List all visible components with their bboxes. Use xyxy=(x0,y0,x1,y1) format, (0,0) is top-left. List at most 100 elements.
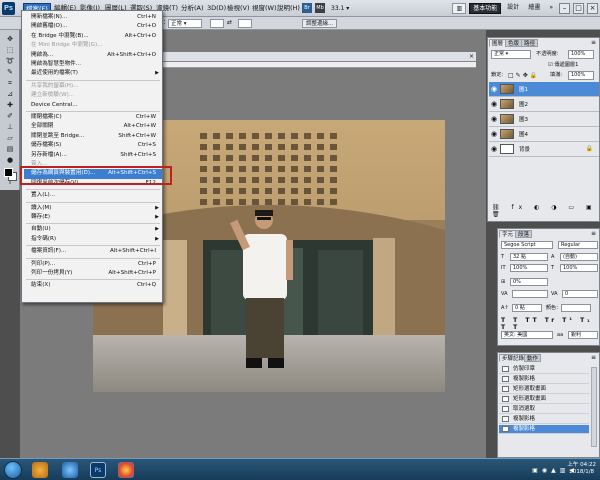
clone-stamp-tool-icon[interactable]: ⊥ xyxy=(3,122,17,132)
dodge-tool-icon[interactable]: ● xyxy=(3,155,17,165)
internet-explorer-icon[interactable] xyxy=(62,462,78,478)
history-panel-menu-icon[interactable]: ≡ xyxy=(591,354,596,361)
history-step[interactable]: 複製影格 xyxy=(499,375,589,384)
file-menu-item[interactable]: 最近使用的檔案(T) ▶ xyxy=(24,69,162,78)
file-menu-item[interactable]: 在 Bridge 中瀏覽(B)... Alt+Ctrl+O xyxy=(24,32,162,41)
history-step[interactable]: 仿製印章 xyxy=(499,365,589,374)
visibility-eye-icon[interactable]: ◉ xyxy=(490,100,498,108)
file-menu-item[interactable]: 全部關閉 Alt+Ctrl+W xyxy=(24,122,162,131)
horizontal-scale-field[interactable]: 100% xyxy=(560,264,598,272)
layer-row[interactable]: ◉ 圖2 xyxy=(489,97,599,112)
file-menu-item[interactable]: 儲存檔案(S) Ctrl+S xyxy=(24,141,162,150)
marquee-tool-icon[interactable]: ⬚ xyxy=(3,45,17,55)
eraser-tool-icon[interactable]: ▱ xyxy=(3,133,17,143)
font-style-select[interactable]: Regular xyxy=(558,241,598,249)
layer-row[interactable]: ◉ 圖4 xyxy=(489,127,599,142)
tray-icon-3[interactable]: ▲ xyxy=(551,467,556,474)
minimize-icon[interactable]: – xyxy=(559,3,570,14)
tab-paths[interactable]: 路徑 xyxy=(521,39,539,47)
file-menu-item[interactable]: 指令碼(R) ▶ xyxy=(24,235,162,244)
tab-history[interactable]: 步驟記錄 xyxy=(499,354,528,362)
file-menu-item[interactable]: 開新檔案(N)... Ctrl+N xyxy=(24,13,162,22)
file-menu-item[interactable]: 列印一份拷貝(Y) Alt+Shift+Ctrl+P xyxy=(24,269,162,278)
panel-menu-icon[interactable]: ≡ xyxy=(591,39,596,46)
width-field[interactable] xyxy=(210,19,224,28)
quick-select-tool-icon[interactable]: ✎ xyxy=(3,67,17,77)
file-menu-item[interactable]: 置入(L)... xyxy=(24,191,162,200)
workspace-essentials[interactable]: 基本功能 xyxy=(469,3,502,14)
swap-icon[interactable]: ⇄ xyxy=(227,19,232,26)
tsume-field[interactable]: 0% xyxy=(510,278,548,286)
document-close-icon[interactable]: × xyxy=(469,52,474,61)
text-style-buttons[interactable]: T T TT Tr T¹ T₁ T T xyxy=(501,317,599,331)
layer-row[interactable]: ◉ 圖3 xyxy=(489,112,599,127)
crop-tool-icon[interactable]: ⌗ xyxy=(3,78,17,88)
network-icon[interactable]: ▥ xyxy=(560,467,566,474)
font-size-field[interactable]: 32 點 xyxy=(510,253,548,261)
gradient-tool-icon[interactable]: ▤ xyxy=(3,144,17,154)
menu-analysis[interactable]: 分析(A) xyxy=(179,3,206,14)
file-menu-item[interactable]: 開啟為... Alt+Shift+Ctrl+O xyxy=(24,51,162,60)
workspace-painting[interactable]: 繪畫 xyxy=(525,3,543,14)
opacity-field[interactable]: 100% xyxy=(568,50,594,59)
document-tab[interactable]: × xyxy=(160,52,476,62)
healing-brush-tool-icon[interactable]: ✚ xyxy=(3,100,17,110)
tab-paragraph[interactable]: 段落 xyxy=(515,230,533,238)
anti-alias-select[interactable]: 銳利 xyxy=(568,331,598,339)
move-tool-icon[interactable]: ✥ xyxy=(3,34,17,44)
tray-icon-1[interactable]: ▣ xyxy=(532,467,538,474)
file-menu-item[interactable]: 開啟舊檔(O)... Ctrl+O xyxy=(24,22,162,31)
mini-bridge-icon[interactable]: Mb xyxy=(315,3,325,13)
file-menu-item[interactable]: 讀入(M) ▶ xyxy=(24,204,162,213)
workspace-design[interactable]: 設計 xyxy=(504,3,522,14)
history-step[interactable]: 矩形選取畫面 xyxy=(499,395,589,404)
clock[interactable]: 上午 04:22 2018/1/8 xyxy=(567,462,596,476)
start-button-icon[interactable] xyxy=(4,461,22,479)
font-family-select[interactable]: Segoe Script xyxy=(501,241,553,249)
kerning-field[interactable] xyxy=(512,290,548,298)
color-swatches[interactable] xyxy=(4,168,17,181)
file-menu-item[interactable]: 開啟為智慧型物件... xyxy=(24,60,162,69)
arrange-documents-icon[interactable]: ▥ xyxy=(452,3,467,14)
brush-tool-icon[interactable]: ✐ xyxy=(3,111,17,121)
history-scrollbar[interactable] xyxy=(591,367,597,447)
maximize-icon[interactable]: □ xyxy=(573,3,584,14)
visibility-eye-icon[interactable]: ◉ xyxy=(490,145,498,153)
tracking-field[interactable]: 0 xyxy=(562,290,598,298)
eyedropper-tool-icon[interactable]: ⊿ xyxy=(3,89,17,99)
file-menu-item[interactable]: 另存新檔(A)... Shift+Ctrl+S xyxy=(24,151,162,160)
tab-channels[interactable]: 色版 xyxy=(505,39,523,47)
photoshop-taskbar-icon[interactable]: Ps xyxy=(90,462,106,478)
file-menu-item[interactable]: 關閉並跳至 Bridge... Shift+Ctrl+W xyxy=(24,132,162,141)
history-step[interactable]: 矩形選取畫面 xyxy=(499,385,589,394)
text-color-swatch[interactable] xyxy=(561,304,591,312)
char-panel-menu-icon[interactable]: ≡ xyxy=(591,230,596,237)
tab-layers[interactable]: 圖層 xyxy=(489,39,507,47)
baseline-field[interactable]: 0 點 xyxy=(512,304,542,312)
mode-select[interactable]: 正常 ▾ xyxy=(168,19,202,28)
bridge-icon[interactable]: Br xyxy=(302,3,312,13)
vertical-scale-field[interactable]: 100% xyxy=(510,264,548,272)
workspace-more-icon[interactable]: » xyxy=(546,3,556,14)
lasso-tool-icon[interactable]: ➰ xyxy=(3,56,17,66)
visibility-eye-icon[interactable]: ◉ xyxy=(490,115,498,123)
language-select[interactable]: 英文: 美國 xyxy=(501,331,553,339)
messenger-app-icon[interactable] xyxy=(32,462,48,478)
lock-options-icon[interactable]: □✎✥🔒 xyxy=(508,71,539,80)
leading-field[interactable]: (自動) xyxy=(560,253,598,261)
file-menu-item[interactable]: 自動(U) ▶ xyxy=(24,225,162,234)
layer-panel-buttons[interactable]: ⛓ fx ◐ ◑ ▭ ▣ 🗑 xyxy=(492,204,599,218)
visibility-eye-icon[interactable]: ◉ xyxy=(490,130,498,138)
file-menu-item[interactable]: 轉存(E) ▶ xyxy=(24,213,162,222)
visibility-eye-icon[interactable]: ◉ xyxy=(490,85,498,93)
close-icon[interactable]: × xyxy=(587,3,598,14)
history-step[interactable]: 複製影格 xyxy=(499,415,589,424)
layer-row[interactable]: ◉ 背景 🔒 xyxy=(489,142,599,157)
fill-field[interactable]: 100% xyxy=(568,71,594,80)
layer-row[interactable]: ◉ 圖1 xyxy=(489,82,599,97)
foreground-color-swatch[interactable] xyxy=(4,168,13,177)
file-menu-item[interactable]: 結束(X) Ctrl+Q xyxy=(24,281,162,290)
zoom-level[interactable]: 33.1 ▾ xyxy=(331,3,349,14)
menu-help[interactable]: 說明(H) xyxy=(275,3,302,14)
file-menu-item[interactable]: 列印(P)... Ctrl+P xyxy=(24,260,162,269)
